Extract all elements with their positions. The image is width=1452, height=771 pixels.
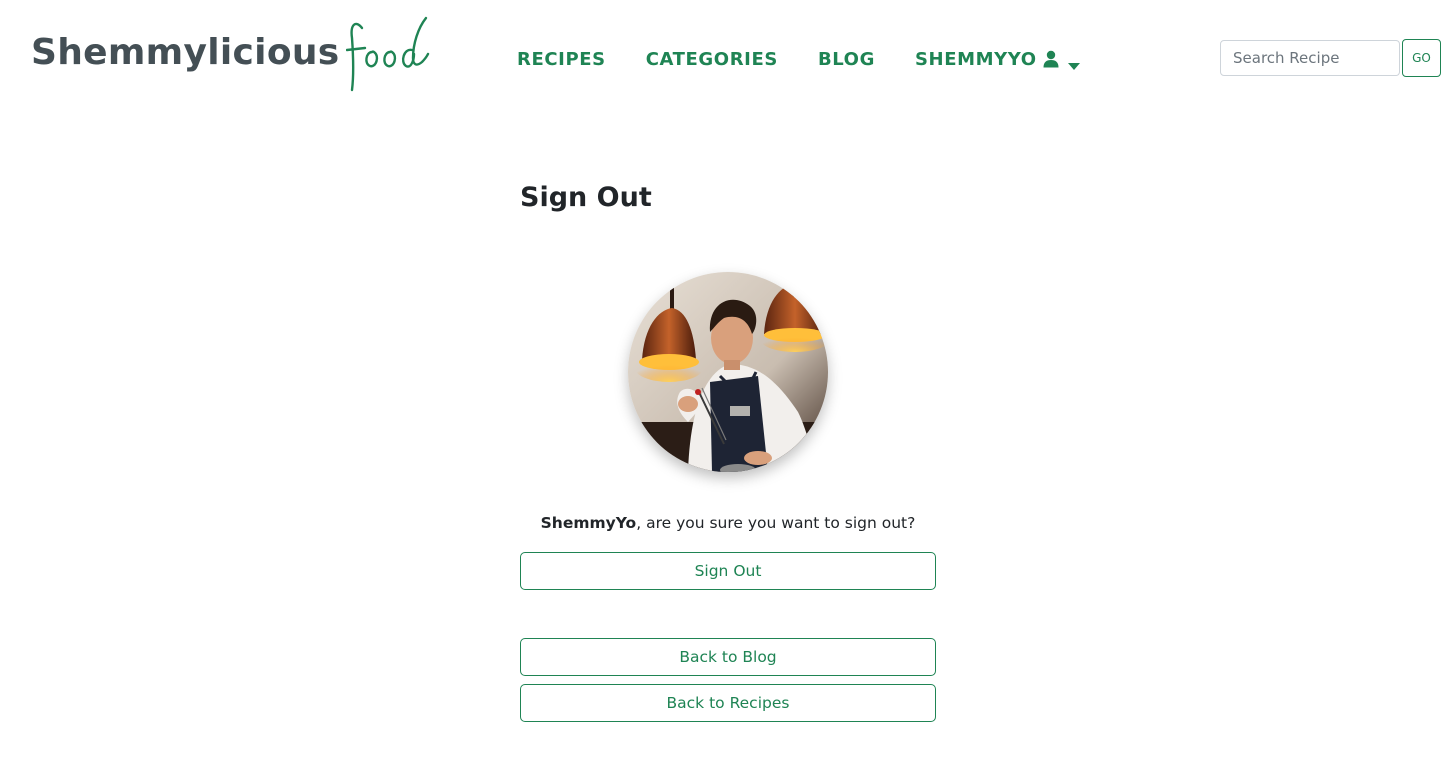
caret-down-icon [1067,55,1080,70]
page-title: Sign Out [520,182,652,213]
nav-user-dropdown[interactable]: SHEMMYYO [915,49,1080,70]
search-input[interactable] [1220,40,1400,76]
back-to-recipes-button[interactable]: Back to Recipes [520,684,936,722]
confirm-question: , are you sure you want to sign out? [636,513,916,532]
nav-user-label: SHEMMYYO [914,48,1037,70]
nav-blog-label: BLOG [817,48,875,70]
nav-categories-label: CATEGORIES [645,48,778,70]
nav-categories[interactable]: CATEGORIES [646,49,778,70]
sign-out-button[interactable]: Sign Out [520,552,936,590]
brand-logo[interactable]: Shemmylicious [31,12,430,96]
brand-script-logo [345,14,430,94]
confirm-username: ShemmyYo [540,513,637,532]
brand-name: Shemmylicious [31,32,340,73]
nav-recipes-label: RECIPES [517,48,606,70]
search-form: GO [1220,39,1441,77]
page: Shemmylicious RECIPES CATEGORIES BLOG SH… [0,0,1452,771]
signout-confirm-message: ShemmyYo, are you sure you want to sign … [520,514,936,532]
user-icon [1043,50,1059,68]
nav-recipes[interactable]: RECIPES [517,49,606,70]
nav-blog[interactable]: BLOG [818,49,875,70]
user-avatar [628,272,828,472]
back-to-blog-button[interactable]: Back to Blog [520,638,936,676]
main-nav: RECIPES CATEGORIES BLOG SHEMMYYO [517,46,1080,72]
search-go-button[interactable]: GO [1402,39,1441,77]
signout-panel: Sign Out ShemmyYo, are you sure you want… [520,178,936,722]
